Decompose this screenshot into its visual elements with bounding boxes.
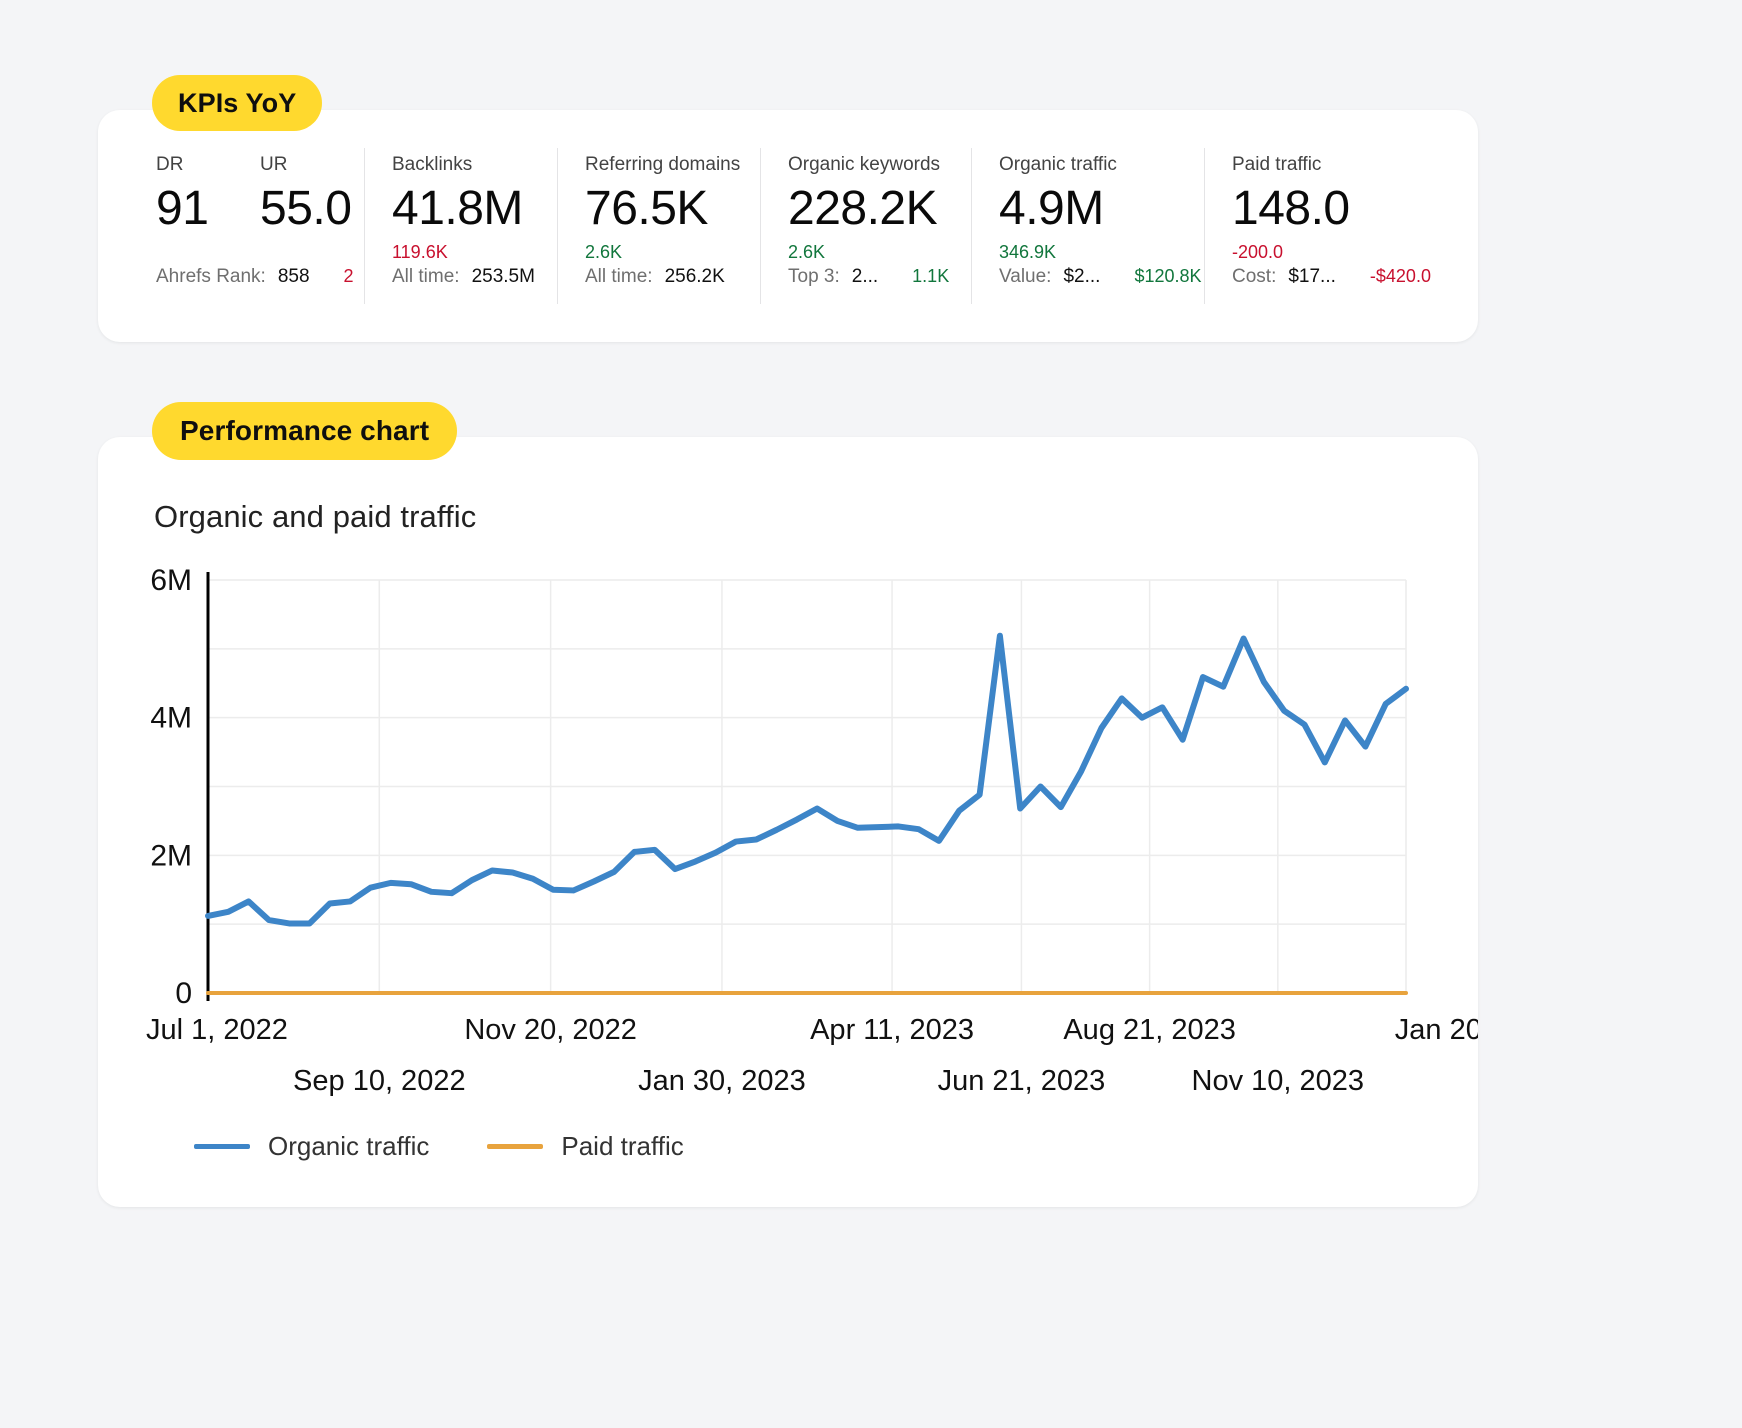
kpi-footer-label: All time: — [392, 266, 460, 288]
performance-chart-badge: Performance chart — [152, 402, 457, 460]
legend-label: Organic traffic — [268, 1131, 429, 1162]
x-axis-tick-label: Nov 20, 2022 — [464, 1014, 637, 1046]
legend-swatch-icon — [487, 1144, 543, 1149]
kpi-footer-value: 858 — [278, 266, 310, 288]
x-axis-tick-label: Aug 21, 2023 — [1063, 1014, 1236, 1046]
kpi-footer-0: Ahrefs Rank: 858 2 — [156, 266, 354, 288]
legend-item-paid-traffic[interactable]: Paid traffic — [487, 1131, 683, 1162]
kpi-metric-backlinks: Backlinks 41.8M 119.6K — [392, 154, 541, 342]
kpi-label: Organic keywords — [788, 154, 940, 176]
dashboard-page: KPIs YoY DR 91 UR 55.0 Ahrefs Rank: 858 2 Bac… — [0, 0, 1742, 1428]
x-axis-tick-label: Jun 21, 2023 — [938, 1065, 1106, 1097]
kpis-card: DR 91 UR 55.0 Ahrefs Rank: 858 2 Backlinks 41.… — [98, 110, 1478, 342]
kpi-metrics-row: DR 91 UR 55.0 Ahrefs Rank: 858 2 Backlinks 41.… — [98, 110, 1478, 342]
x-axis-tick-label: Jul 1, 2022 — [146, 1014, 288, 1046]
kpi-value: 76.5K — [585, 180, 740, 238]
kpi-value: 228.2K — [788, 180, 940, 238]
kpi-delta: 346.9K — [999, 241, 1117, 263]
x-axis-tick-label: Apr 11, 2023 — [810, 1014, 974, 1046]
kpi-metric-organic-traffic: Organic traffic 4.9M 346.9K — [999, 154, 1135, 342]
kpi-label: Organic traffic — [999, 154, 1117, 176]
kpi-footer-label: Cost: — [1232, 266, 1276, 288]
kpi-delta: 2.6K — [788, 241, 940, 263]
kpi-delta: 119.6K — [392, 241, 523, 263]
kpi-footer-label: Value: — [999, 266, 1051, 288]
kpi-footer-delta: -$420.0 — [1370, 266, 1431, 287]
legend-swatch-icon — [194, 1144, 250, 1149]
x-axis-tick-label: Nov 10, 2023 — [1192, 1065, 1365, 1097]
kpi-footer-3: Top 3: 2... 1.1K — [788, 266, 949, 288]
series-line-organic-traffic — [208, 636, 1406, 924]
kpi-footer-label: Top 3: — [788, 266, 840, 288]
y-axis-tick-label: 6M — [150, 564, 192, 597]
kpi-footer-1: All time: 253.5M — [392, 266, 535, 288]
kpi-group-3: Organic keywords 228.2K 2.6K Top 3: 2... 1.1K — [760, 110, 971, 342]
legend-label: Paid traffic — [561, 1131, 683, 1162]
kpi-footer-delta: 1.1K — [912, 266, 949, 287]
kpi-label: UR — [260, 154, 346, 176]
kpi-group-0: DR 91 UR 55.0 Ahrefs Rank: 858 2 — [98, 110, 364, 342]
kpi-value: 148.0 — [1232, 180, 1350, 238]
kpi-value: 55.0 — [260, 180, 346, 238]
y-axis-tick-label: 4M — [150, 702, 192, 735]
kpi-label: DR — [156, 154, 242, 176]
kpi-footer-4: Value: $2... $120.8K — [999, 266, 1202, 288]
traffic-line-chart: 0 2M 4M 6M Jul 1, 2022Sep 10, 2022 Nov 20, 20… — [98, 437, 1478, 1207]
kpi-group-1: Backlinks 41.8M 119.6K All time: 253.5M — [364, 110, 557, 342]
kpi-footer-label: All time: — [585, 266, 653, 288]
performance-chart-card: Organic and paid traffic 02M4M6MJul 1, 2… — [98, 437, 1478, 1207]
kpi-metric-organic-keywords: Organic keywords 228.2K 2.6K — [788, 154, 958, 342]
kpi-value: 4.9M — [999, 180, 1117, 238]
kpi-footer-value: $2... — [1063, 266, 1100, 288]
kpi-footer-value: 256.2K — [665, 266, 725, 288]
kpi-metric-referring-domains: Referring domains 76.5K 2.6K — [585, 154, 758, 342]
kpi-footer-value: 253.5M — [472, 266, 535, 288]
kpi-footer-label: Ahrefs Rank: — [156, 266, 266, 288]
kpi-label: Backlinks — [392, 154, 523, 176]
kpi-value: 91 — [156, 180, 242, 238]
kpi-label: Paid traffic — [1232, 154, 1350, 176]
kpi-footer-value: 2... — [852, 266, 878, 288]
kpi-delta: -200.0 — [1232, 241, 1350, 263]
kpi-group-2: Referring domains 76.5K 2.6K All time: 256.2… — [557, 110, 760, 342]
kpi-footer-5: Cost: $17... -$420.0 — [1232, 266, 1431, 288]
kpi-footer-2: All time: 256.2K — [585, 266, 725, 288]
kpis-yoy-badge: KPIs YoY — [152, 75, 322, 131]
kpi-group-4: Organic traffic 4.9M 346.9K Value: $2... $120… — [971, 110, 1204, 342]
kpi-metric-dr: DR 91 — [156, 154, 260, 342]
kpi-label: Referring domains — [585, 154, 740, 176]
kpi-delta: 2.6K — [585, 241, 740, 263]
kpi-group-5: Paid traffic148.0-200.0Cost:$17...-$420.… — [1204, 110, 1420, 342]
x-axis-tick-label: Sep 10, 2022 — [293, 1065, 466, 1097]
x-axis-tick-label: Jan 30, 2023 — [638, 1065, 806, 1097]
kpi-metric-ur: UR 55.0 — [260, 154, 364, 342]
kpi-value: 41.8M — [392, 180, 523, 238]
kpi-metric-paid-traffic: Paid traffic 148.0 -200.0 — [1232, 154, 1368, 342]
legend-item-organic-traffic[interactable]: Organic traffic — [194, 1131, 429, 1162]
chart-plot-area: 0 2M 4M 6M Jul 1, 2022Sep 10, 2022 Nov 20, 20… — [98, 437, 1478, 1207]
y-axis-tick-label: 2M — [150, 839, 192, 872]
kpi-footer-value: $17... — [1288, 266, 1336, 288]
kpi-footer-delta: 2 — [344, 266, 354, 287]
chart-legend: Organic traffic Paid traffic — [194, 1131, 684, 1162]
y-axis-tick-label: 0 — [175, 977, 192, 1010]
x-axis-tick-label: Jan 20... — [1395, 1014, 1478, 1046]
kpi-footer-delta: $120.8K — [1134, 266, 1201, 287]
